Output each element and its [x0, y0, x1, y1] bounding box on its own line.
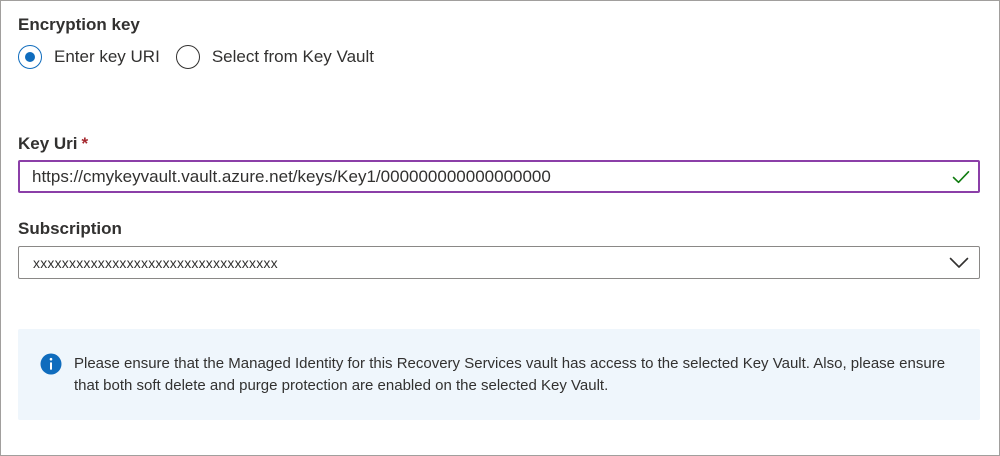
radio-label-enter-key-uri: Enter key URI [54, 47, 160, 66]
checkmark-icon [952, 170, 970, 184]
key-uri-label: Key Uri * [18, 134, 88, 154]
encryption-key-heading: Encryption key [18, 15, 140, 34]
key-uri-input-value[interactable]: https://cmykeyvault.vault.azure.net/keys… [32, 167, 952, 187]
chevron-down-icon[interactable] [949, 257, 969, 269]
encryption-settings-panel: Encryption key Enter key URI Select from… [0, 0, 1000, 456]
key-uri-label-text: Key Uri [18, 134, 78, 153]
info-message-text: Please ensure that the Managed Identity … [74, 355, 946, 394]
subscription-dropdown[interactable]: xxxxxxxxxxxxxxxxxxxxxxxxxxxxxxxxxx [18, 246, 980, 279]
radio-label-select-from-key-vault: Select from Key Vault [211, 47, 375, 66]
info-icon [40, 353, 62, 380]
radio-enter-key-uri[interactable]: Enter key URI [18, 45, 160, 69]
subscription-label: Subscription [18, 219, 122, 238]
info-message-bar: Please ensure that the Managed Identity … [18, 329, 980, 420]
subscription-selected-value: xxxxxxxxxxxxxxxxxxxxxxxxxxxxxxxxxx [33, 254, 278, 271]
encryption-key-radio-group: Enter key URI Select from Key Vault [18, 43, 390, 71]
radio-select-from-key-vault[interactable]: Select from Key Vault [175, 45, 375, 69]
required-indicator: * [81, 134, 89, 153]
radio-unchecked-icon[interactable] [175, 45, 200, 69]
key-uri-input[interactable]: https://cmykeyvault.vault.azure.net/keys… [18, 160, 980, 193]
radio-checked-icon[interactable] [18, 45, 42, 69]
